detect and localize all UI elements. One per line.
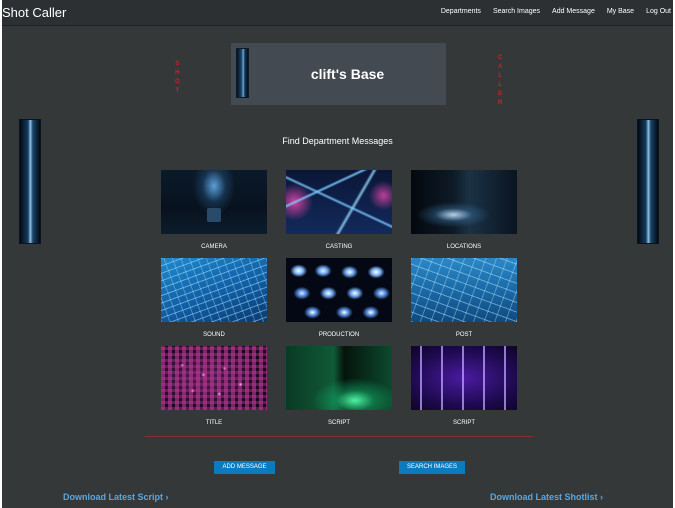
side-letter: O — [175, 79, 180, 85]
base-title: clift's Base — [310, 66, 385, 82]
tile-label-sound: SOUND — [203, 332, 225, 338]
tile-script[interactable] — [286, 346, 392, 410]
chevron-right-icon: › — [165, 492, 169, 502]
nav-link-departments[interactable]: Departments — [441, 8, 481, 15]
tile-script-2[interactable] — [411, 346, 517, 410]
tile-sound[interactable] — [161, 258, 267, 322]
side-letter: T — [175, 88, 180, 94]
tile-label-production: PRODUCTION — [318, 332, 360, 338]
tile-label-locations: LOCATIONS — [446, 244, 482, 250]
tile-label-casting: CASTING — [325, 244, 353, 250]
page: Shot Caller Departments Search Images Ad… — [0, 0, 675, 508]
section-divider — [145, 436, 533, 437]
add-message-button[interactable]: ADD MESSAGE — [214, 461, 275, 474]
side-letter: L — [498, 82, 502, 88]
tile-camera[interactable] — [161, 170, 267, 234]
nav-link-add-message[interactable]: Add Message — [552, 8, 595, 15]
tile-label-script: SCRIPT — [327, 420, 350, 426]
tile-label-script-2: SCRIPT — [452, 420, 475, 426]
tile-camera-image — [207, 208, 221, 222]
base-banner: clift's Base — [231, 43, 446, 105]
side-letter: E — [498, 91, 503, 97]
tile-post[interactable] — [411, 258, 517, 322]
search-images-button[interactable]: SEARCH IMAGES — [399, 461, 465, 474]
tile-title[interactable] — [161, 346, 267, 410]
download-shotlist-link[interactable]: Download Latest Shotlist › — [490, 492, 603, 502]
side-letter: C — [498, 55, 503, 61]
download-script-link[interactable]: Download Latest Script › — [63, 492, 169, 502]
nav-link-search-images[interactable]: Search Images — [493, 8, 540, 15]
download-script-label: Download Latest Script — [63, 492, 164, 502]
tile-production[interactable] — [286, 258, 392, 322]
side-letter: R — [498, 100, 503, 106]
side-letter: A — [498, 64, 503, 70]
side-text-shot: S H O T — [175, 60, 180, 96]
download-shotlist-label: Download Latest Shotlist — [490, 492, 598, 502]
nav-link-log-out[interactable]: Log Out — [646, 8, 671, 15]
tile-casting[interactable] — [286, 170, 392, 234]
tile-label-camera: CAMERA — [201, 244, 227, 250]
navbar: Shot Caller Departments Search Images Ad… — [2, 0, 673, 26]
side-letter: H — [175, 70, 180, 76]
tile-label-title: TITLE — [205, 420, 223, 426]
nav-links: Departments Search Images Add Message My… — [441, 8, 671, 15]
side-text-caller: C A L L E R — [498, 54, 502, 108]
tile-locations[interactable] — [411, 170, 517, 234]
section-heading: Find Department Messages — [282, 136, 393, 146]
side-letter: L — [498, 73, 502, 79]
app-frame: Shot Caller Departments Search Images Ad… — [2, 0, 673, 508]
brand-title[interactable]: Shot Caller — [2, 5, 66, 20]
tile-label-post: POST — [455, 332, 473, 338]
chevron-right-icon: › — [600, 492, 604, 502]
nav-link-my-base[interactable]: My Base — [607, 8, 634, 15]
side-letter: S — [175, 61, 180, 67]
